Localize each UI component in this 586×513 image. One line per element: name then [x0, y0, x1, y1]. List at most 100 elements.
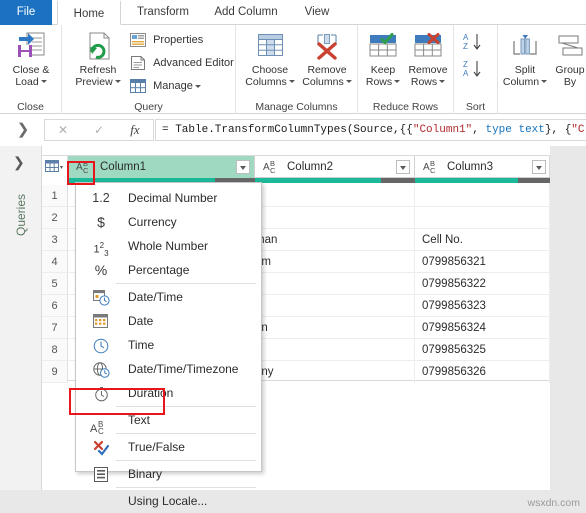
ribbon-group-sort: A Z Z A Sort: [454, 25, 498, 114]
properties-icon: [130, 33, 146, 48]
keep-rows-button[interactable]: Keep Rows: [361, 31, 405, 88]
column3-filter-dropdown-button[interactable]: [532, 160, 546, 174]
abc-text-type-icon[interactable]: ABC: [76, 159, 96, 175]
cell-column3[interactable]: [415, 185, 550, 207]
menu-item-decimal-number[interactable]: 1.2 Decimal Number: [76, 186, 261, 210]
menu-item-date[interactable]: Date: [76, 309, 261, 333]
remove-rows-button[interactable]: Remove Rows: [403, 31, 453, 88]
decimal-number-icon: 1.2: [92, 191, 110, 205]
choose-columns-button[interactable]: Choose Columns: [242, 31, 298, 88]
row-number[interactable]: 1: [42, 185, 68, 207]
advanced-editor-icon: [130, 56, 146, 71]
column-header-column2[interactable]: ABC Column2: [255, 156, 415, 178]
tab-add-column[interactable]: Add Column: [203, 0, 289, 25]
manage-button[interactable]: Manage: [130, 79, 201, 94]
cell-column2[interactable]: an: [255, 317, 415, 339]
cell-column2[interactable]: ony: [255, 361, 415, 383]
cell-column2[interactable]: [255, 185, 415, 207]
column-header-column1[interactable]: ABC Column1: [68, 156, 255, 178]
ribbon-group-query: Refresh Preview Properties Advanced Edit…: [62, 25, 236, 114]
chevron-right-icon[interactable]: ❯: [13, 154, 25, 171]
advanced-editor-button[interactable]: Advanced Editor: [130, 56, 234, 71]
row-number[interactable]: 5: [42, 273, 68, 295]
sort-ascending-az-icon[interactable]: A Z: [463, 32, 491, 57]
cancel-x-icon[interactable]: ✕: [45, 120, 81, 140]
menu-item-text[interactable]: A B C Text: [76, 408, 261, 436]
group-by-label-line1: Group: [555, 64, 585, 76]
cell-column3[interactable]: 0799856322: [415, 273, 550, 295]
cell-column2[interactable]: [255, 207, 415, 229]
fx-icon[interactable]: fx: [117, 120, 153, 140]
queries-expand-chevron-icon[interactable]: ❯: [12, 118, 34, 142]
cell-column2[interactable]: man: [255, 229, 415, 251]
row-number[interactable]: 7: [42, 317, 68, 339]
confirm-check-icon[interactable]: ✓: [81, 120, 117, 140]
tab-transform[interactable]: Transform: [125, 0, 201, 25]
svg-text:Z: Z: [463, 60, 468, 69]
manage-table-icon: [130, 79, 146, 94]
queries-pane: ❯ Queries: [0, 146, 42, 490]
select-all-table-icon[interactable]: [42, 156, 68, 178]
cell-column3[interactable]: 0799856323: [415, 295, 550, 317]
menu-item-label: Date: [128, 314, 154, 328]
split-column-button[interactable]: Split Column: [500, 31, 550, 88]
cell-column2[interactable]: k: [255, 295, 415, 317]
choose-columns-icon: [242, 31, 298, 65]
menu-item-duration[interactable]: Duration: [76, 381, 261, 405]
menu-separator: [116, 283, 256, 284]
tab-view[interactable]: View: [291, 0, 343, 25]
cell-column2[interactable]: n: [255, 273, 415, 295]
abc-text-type-icon: A B C: [90, 419, 104, 436]
ribbon-group-transform: Split Column Group By: [498, 25, 586, 114]
cell-column3[interactable]: 0799856326: [415, 361, 550, 383]
cell-column3[interactable]: 0799856321: [415, 251, 550, 273]
row-number[interactable]: 2: [42, 207, 68, 229]
menu-item-label: True/False: [128, 440, 185, 454]
menu-item-label: Using Locale...: [128, 494, 208, 508]
menu-item-time[interactable]: Time: [76, 333, 261, 357]
row-number[interactable]: 4: [42, 251, 68, 273]
menu-item-date-time-timezone[interactable]: Date/Time/Timezone: [76, 357, 261, 381]
cell-column3[interactable]: 0799856324: [415, 317, 550, 339]
ribbon: Close & Load Close Refresh Preview Prope…: [0, 25, 586, 114]
sort-descending-za-icon[interactable]: Z A: [463, 59, 491, 84]
menu-item-currency[interactable]: $ Currency: [76, 210, 261, 234]
menu-item-using-locale[interactable]: Using Locale...: [76, 489, 261, 513]
date-time-icon: [84, 285, 118, 309]
row-number[interactable]: 6: [42, 295, 68, 317]
column1-filter-dropdown-button[interactable]: [236, 160, 250, 174]
row-number[interactable]: 3: [42, 229, 68, 251]
close-and-load-button[interactable]: Close & Load: [5, 31, 57, 88]
keep-rows-label-line2: Rows: [361, 76, 405, 89]
menu-item-date-time[interactable]: Date/Time: [76, 285, 261, 309]
menu-item-whole-number[interactable]: 123 Whole Number: [76, 234, 261, 258]
queries-pane-title: Queries: [14, 193, 28, 237]
ribbon-group-label-query: Query: [134, 101, 163, 113]
row-number[interactable]: 8: [42, 339, 68, 361]
column2-filter-dropdown-button[interactable]: [396, 160, 410, 174]
column2-quality-bar-empty: [381, 178, 415, 183]
cell-column2[interactable]: am: [255, 251, 415, 273]
formula-input[interactable]: = Table.TransformColumnTypes(Source,{{"C…: [155, 119, 586, 141]
row-number[interactable]: 9: [42, 361, 68, 383]
abc-text-type-icon[interactable]: ABC: [263, 159, 283, 175]
remove-columns-icon: [298, 31, 356, 65]
tab-home[interactable]: Home: [57, 0, 121, 25]
cell-column3[interactable]: [415, 207, 550, 229]
group-by-button[interactable]: Group By: [550, 31, 586, 88]
cell-column3[interactable]: Cell No.: [415, 229, 550, 251]
properties-button[interactable]: Properties: [130, 33, 203, 48]
cell-column3[interactable]: 0799856325: [415, 339, 550, 361]
abc-text-type-icon[interactable]: ABC: [423, 159, 443, 175]
group-by-icon: [550, 31, 586, 65]
refresh-preview-button[interactable]: Refresh Preview: [70, 31, 126, 88]
cell-column2[interactable]: n: [255, 339, 415, 361]
menu-item-true-false[interactable]: True/False: [76, 435, 261, 459]
menu-item-binary[interactable]: Binary: [76, 462, 261, 486]
column-header-column3[interactable]: ABC Column3: [415, 156, 550, 178]
menu-item-label: Decimal Number: [128, 191, 218, 205]
watermark: wsxdn.com: [527, 497, 580, 509]
remove-columns-button[interactable]: Remove Columns: [298, 31, 356, 88]
menu-item-percentage[interactable]: % Percentage: [76, 258, 261, 282]
tab-file[interactable]: File: [0, 0, 52, 25]
